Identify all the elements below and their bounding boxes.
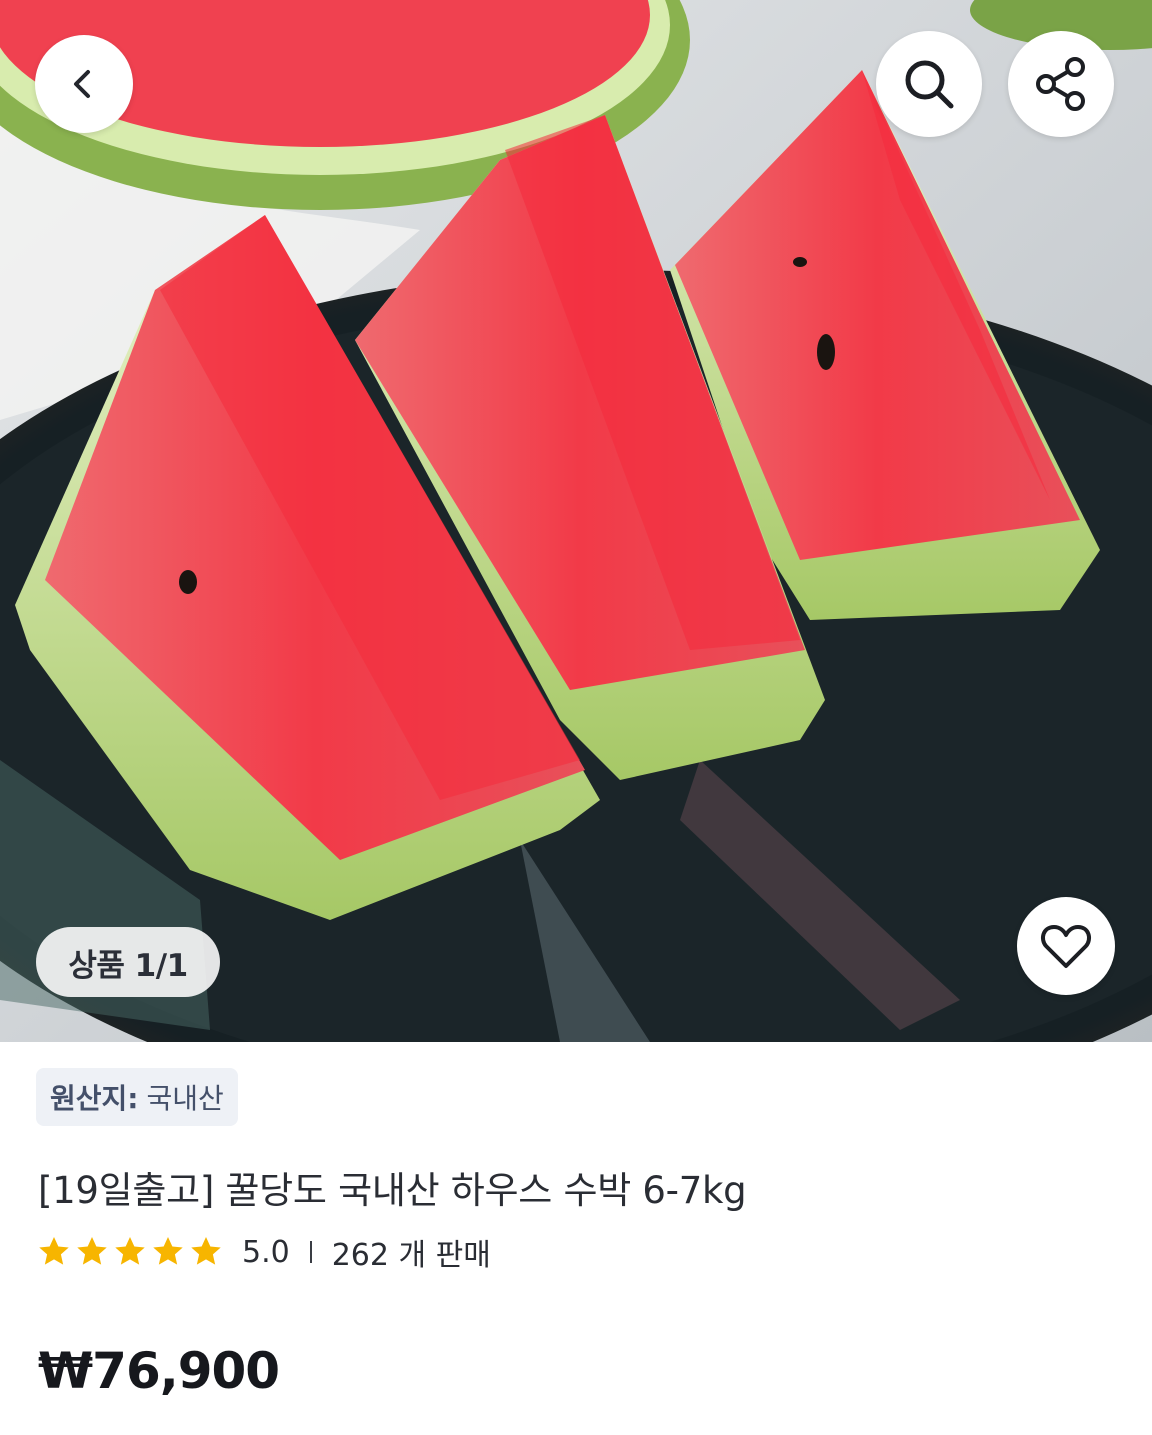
rating-row: 5.0 262 개 판매 (36, 1230, 491, 1274)
product-image-gallery[interactable]: 상품 1/1 (0, 0, 1152, 1042)
divider (309, 1241, 312, 1263)
share-button[interactable] (1008, 31, 1114, 137)
price: ₩76,900 (38, 1342, 280, 1400)
search-icon (905, 60, 954, 109)
star-icon (153, 1237, 183, 1265)
star-icon (77, 1237, 107, 1265)
star-icon (191, 1237, 221, 1265)
rating-score: 5.0 (242, 1234, 290, 1270)
star-icon (39, 1237, 69, 1265)
origin-key: 원산지: (50, 1082, 139, 1115)
product-image (0, 0, 1152, 1042)
origin-badge: 원산지: 국내산 (36, 1068, 238, 1126)
rating-stars (36, 1234, 224, 1270)
sales-count: 262 개 판매 (331, 1238, 491, 1273)
origin-value: 국내산 (146, 1082, 224, 1115)
product-title: [19일출고] 꿀당도 국내산 하우스 수박 6-7kg (38, 1169, 747, 1212)
search-button[interactable] (876, 31, 982, 137)
back-button[interactable] (35, 35, 133, 133)
star-icon (115, 1237, 145, 1265)
image-counter: 상품 1/1 (36, 927, 220, 997)
heart-icon (1040, 925, 1092, 968)
image-counter-label: 상품 1/1 (68, 947, 188, 984)
share-icon (1036, 57, 1085, 111)
like-button[interactable] (1017, 897, 1115, 995)
chevron-left-icon (74, 70, 90, 98)
